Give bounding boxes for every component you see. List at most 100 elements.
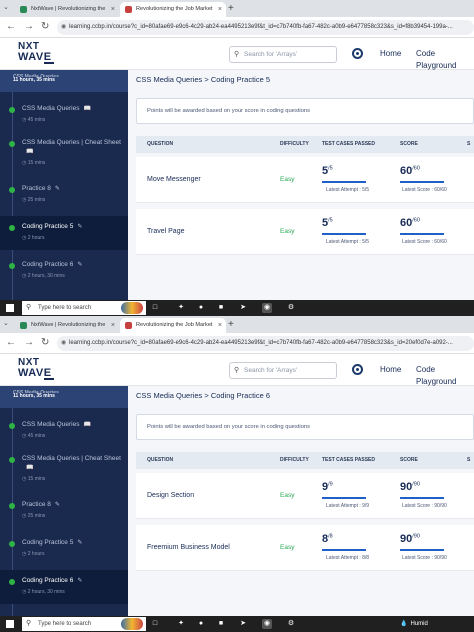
chrome-icon[interactable]: ◉	[262, 303, 272, 313]
copilot-icon[interactable]: ✦	[176, 303, 186, 313]
table-row[interactable]: Design Section Easy 9/9 Latest Attempt :…	[136, 473, 474, 519]
windows-start-icon[interactable]	[6, 620, 14, 628]
sidebar-item[interactable]: CSS Media Queries | Cheat Sheet 📖 ◷ 15 mi…	[0, 448, 128, 482]
forward-icon[interactable]: →	[24, 337, 34, 349]
sidebar-item[interactable]: CSS Media Queries | Cheat Sheet 📖 ◷ 15 mi…	[0, 132, 128, 166]
chrome-icon[interactable]: ◉	[262, 619, 272, 629]
points-notice: Points will be awarded based on your sco…	[136, 414, 474, 440]
sidebar-item[interactable]: Practice 8 ✎ ◷ 25 mins	[0, 178, 128, 212]
edge-icon[interactable]: ●	[196, 303, 206, 313]
new-tab-button[interactable]: +	[228, 2, 234, 16]
tab-nxtwave[interactable]: NxtWave | Revolutionizing the ×	[15, 318, 119, 333]
search-input[interactable]: ⚲ Search for 'Arrays'	[229, 362, 337, 379]
sidebar-item-title: Coding Practice 5	[22, 223, 74, 230]
back-icon[interactable]: ←	[6, 337, 16, 349]
column-question: QUESTION	[147, 457, 174, 463]
sidebar-item[interactable]: CSS Media Queries 📖 ◷ 45 mins	[0, 98, 128, 132]
vscode-icon[interactable]: ➤	[238, 619, 248, 629]
difficulty-label: Easy	[280, 492, 295, 499]
reload-icon[interactable]: ↻	[41, 337, 49, 349]
question-name[interactable]: Travel Page	[147, 209, 184, 255]
completed-status-icon	[9, 225, 15, 231]
question-name[interactable]: Design Section	[147, 473, 194, 519]
forward-icon[interactable]: →	[24, 21, 34, 33]
nxtwave-logo[interactable]: NXT WAVE	[18, 42, 64, 66]
close-tab-icon[interactable]: ×	[111, 2, 115, 17]
url-field[interactable]: ◉ learning.ccbp.in/course?c_id=80afae69-e…	[57, 336, 474, 351]
nxtwave-logo[interactable]: NXT WAVE	[18, 358, 64, 382]
sidebar-item-duration: 15 mins	[27, 160, 46, 166]
sidebar-item-duration: 15 mins	[27, 476, 46, 482]
streak-icon[interactable]	[352, 364, 363, 375]
edge-icon[interactable]: ●	[196, 619, 206, 629]
topic-header[interactable]: CSS Media Queries 11 hours, 35 mins	[0, 70, 128, 92]
address-bar-row: ← → ↻ ◉ learning.ccbp.in/course?c_id=80af…	[0, 17, 474, 38]
sidebar-item-duration: 25 mins	[27, 197, 46, 203]
windows-taskbar: ⚲ Type here to search □ ✦ ● ■ ➤ ◉ ⚙ 💧 Humid	[0, 616, 474, 632]
table-row[interactable]: Freemium Business Model Easy 8/8 Latest …	[136, 525, 474, 571]
task-view-icon[interactable]: □	[150, 619, 160, 629]
question-name[interactable]: Freemium Business Model	[147, 525, 230, 571]
site-info-icon[interactable]: ◉	[61, 336, 66, 351]
file-explorer-icon[interactable]: ■	[216, 303, 226, 313]
close-tab-icon[interactable]: ×	[218, 2, 222, 17]
question-name[interactable]: Move Messenger	[147, 157, 201, 203]
nav-code-playground[interactable]: Code Playground	[416, 364, 474, 388]
tab-nxtwave[interactable]: NxtWave | Revolutionizing the ×	[15, 2, 119, 17]
close-tab-icon[interactable]: ×	[218, 318, 222, 333]
sidebar-item[interactable]: Coding Practice 5 ✎ ◷ 2 hours	[0, 532, 128, 566]
table-row[interactable]: Move Messenger Easy 5/5 Latest Attempt :…	[136, 157, 474, 203]
sidebar-item[interactable]: CSS Media Queries 📖 ◷ 45 mins	[0, 414, 128, 448]
sidebar-item[interactable]: Coding Practice 6 ✎ ◷ 2 hours, 30 mins	[0, 570, 128, 604]
column-difficulty: DIFFICULTY	[280, 141, 309, 147]
tab-list-icon[interactable]: ⌄	[3, 319, 9, 327]
score-value: 60/60	[400, 217, 420, 229]
table-row[interactable]: Travel Page Easy 5/5 Latest Attempt : 5/…	[136, 209, 474, 255]
streak-icon[interactable]	[352, 48, 363, 59]
sidebar-item[interactable]: Practice 8 ✎ ◷ 25 mins	[0, 494, 128, 528]
address-bar-row: ← → ↻ ◉ learning.ccbp.in/course?c_id=80af…	[0, 333, 474, 354]
completed-status-icon	[9, 579, 15, 585]
url-field[interactable]: ◉ learning.ccbp.in/course?c_id=80afae69-e…	[57, 20, 474, 35]
latest-attempt: Latest Attempt : 8/8	[326, 555, 370, 561]
file-explorer-icon[interactable]: ■	[216, 619, 226, 629]
copilot-icon[interactable]: ✦	[176, 619, 186, 629]
test-cases-passed: 5/5	[322, 165, 333, 177]
sidebar-item[interactable]: Coding Practice 6 ✎ ◷ 2 hours, 30 mins	[0, 254, 128, 288]
close-tab-icon[interactable]: ×	[111, 318, 115, 333]
search-input[interactable]: ⚲ Search for 'Arrays'	[229, 46, 337, 63]
new-tab-button[interactable]: +	[228, 318, 234, 332]
browser-tab-bar: ⌄ NxtWave | Revolutionizing the × Revolut…	[0, 316, 474, 333]
score-progress-bar	[400, 549, 444, 551]
task-view-icon[interactable]: □	[150, 303, 160, 313]
taskbar-search-input[interactable]: ⚲ Type here to search	[22, 301, 146, 315]
course-sidebar: CSS Media Queries 11 hours, 35 mins CSS M…	[0, 70, 128, 300]
windows-start-icon[interactable]	[6, 304, 14, 312]
search-icon: ⚲	[234, 51, 240, 58]
course-sidebar: CSS Media Queries 11 hours, 35 mins CSS M…	[0, 386, 128, 616]
browser-tab-bar: ⌄ NxtWave | Revolutionizing the × Revolut…	[0, 0, 474, 17]
sidebar-item-title: Coding Practice 6	[22, 577, 74, 584]
nxtwave-favicon	[20, 322, 27, 329]
sidebar-item[interactable]: Coding Practice 5 ✎ ◷ 2 hours	[0, 216, 128, 250]
settings-icon[interactable]: ⚙	[286, 303, 296, 313]
tab-active-course[interactable]: Revolutionizing the Job Market ×	[120, 2, 226, 17]
settings-icon[interactable]: ⚙	[286, 619, 296, 629]
tab-list-icon[interactable]: ⌄	[3, 3, 9, 11]
clock-icon: ◷	[22, 197, 27, 203]
search-highlight-image	[121, 302, 143, 314]
sidebar-item-duration: 2 hours	[27, 551, 45, 557]
nav-home[interactable]: Home	[380, 364, 401, 376]
vscode-icon[interactable]: ➤	[238, 303, 248, 313]
taskbar-search-input[interactable]: ⚲ Type here to search	[22, 617, 146, 631]
completed-status-icon	[9, 263, 15, 269]
nav-home[interactable]: Home	[380, 48, 401, 60]
tab-active-course[interactable]: Revolutionizing the Job Market ×	[120, 318, 226, 333]
reload-icon[interactable]: ↻	[41, 21, 49, 33]
topic-header[interactable]: CSS Media Queries 11 hours, 35 mins	[0, 386, 128, 408]
nav-code-playground[interactable]: Code Playground	[416, 48, 474, 72]
weather-widget[interactable]: 💧 Humid	[400, 616, 428, 632]
site-info-icon[interactable]: ◉	[61, 20, 66, 35]
table-header: QUESTION DIFFICULTY TEST CASES PASSED SC…	[136, 452, 474, 469]
back-icon[interactable]: ←	[6, 21, 16, 33]
